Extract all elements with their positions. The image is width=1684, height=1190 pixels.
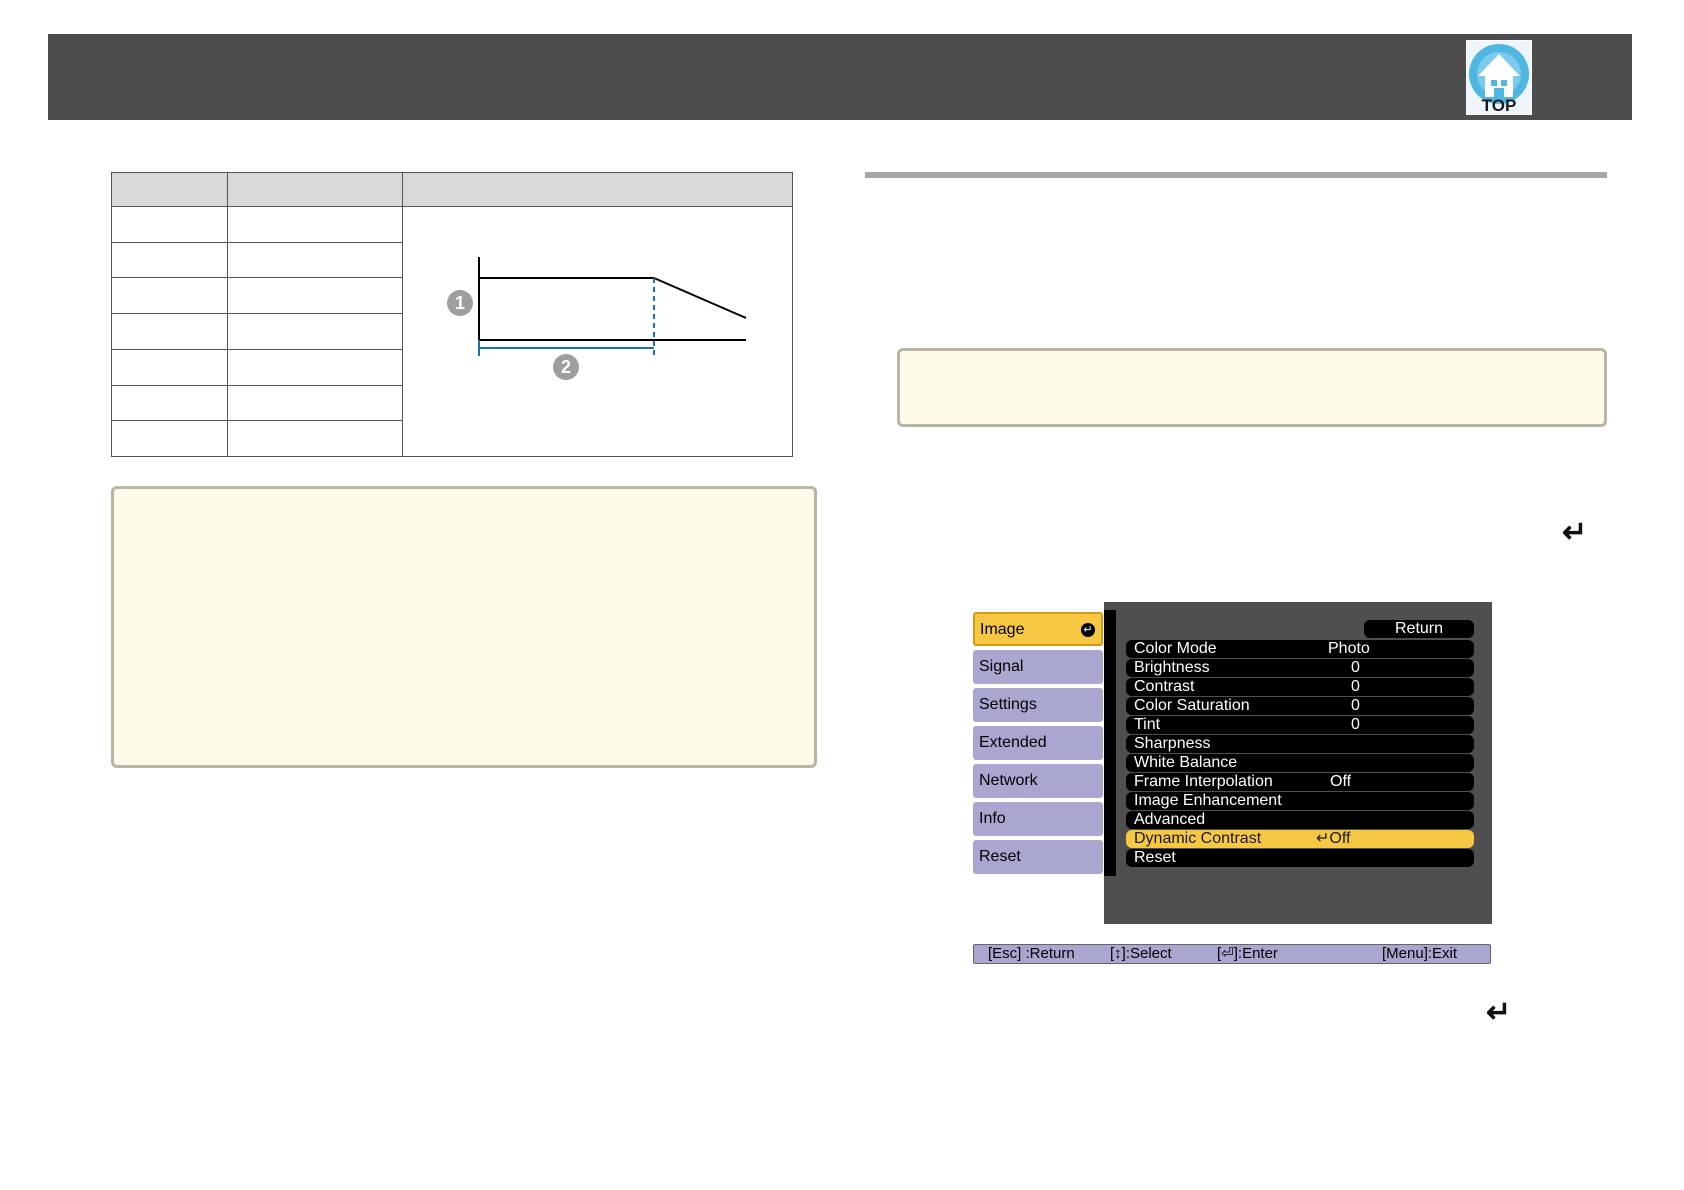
menu-tab-settings[interactable]: Settings [973, 688, 1103, 722]
table-header-cell [227, 172, 403, 207]
menu-item-value: Off [1330, 773, 1352, 790]
menu-item-label: Frame Interpolation [1134, 773, 1273, 790]
help-esc: [Esc] :Return [988, 945, 1075, 962]
graph-cell: 1 2 [402, 206, 793, 457]
menu-item-value: 0 [1351, 716, 1360, 733]
table-header-row [111, 172, 793, 207]
table-cell [227, 313, 403, 350]
menu-item-frame-interpolation[interactable]: Frame Interpolation Off [1126, 773, 1474, 791]
table-cell [111, 313, 228, 350]
menu-item-value: 0 [1351, 659, 1360, 676]
note-box [897, 348, 1607, 427]
section-divider [865, 172, 1607, 178]
menu-item-white-balance[interactable]: White Balance [1126, 754, 1474, 772]
top-button-label: TOP [1481, 96, 1517, 115]
menu-item-label: Brightness [1134, 659, 1210, 676]
menu-tab-strip [1104, 610, 1116, 876]
menu-tab-signal[interactable]: Signal [973, 650, 1103, 684]
table-cell [227, 277, 403, 315]
menu-item-sharpness[interactable]: Sharpness [1126, 735, 1474, 753]
menu-item-value: Off [1329, 830, 1351, 847]
table-cell [111, 420, 228, 457]
menu-item-image-enhancement[interactable]: Image Enhancement [1126, 792, 1474, 810]
menu-tab-label: Reset [979, 848, 1021, 865]
note-box [111, 486, 817, 768]
table-row: 1 2 [111, 206, 793, 457]
table-cell [111, 348, 228, 386]
menu-tab-label: Signal [979, 658, 1024, 675]
menu-item-label: Reset [1134, 849, 1176, 866]
menu-item-label: Advanced [1134, 811, 1206, 828]
table-cell [111, 384, 228, 422]
menu-tab-label: Network [979, 772, 1038, 789]
menu-tab-network[interactable]: Network [973, 764, 1103, 798]
menu-item-advanced[interactable]: Advanced [1126, 811, 1474, 829]
menu-item-brightness[interactable]: Brightness 0 [1126, 659, 1474, 677]
menu-item-label: Sharpness [1134, 735, 1211, 752]
return-button[interactable]: Return [1364, 620, 1474, 638]
help-enter: [⏎]:Enter [1217, 945, 1278, 962]
table-cell [111, 241, 228, 279]
menu-item-label: Contrast [1134, 678, 1195, 695]
menu-item-color-mode[interactable]: Color Mode Photo [1126, 640, 1474, 658]
menu-item-value: Photo [1328, 640, 1370, 657]
table-cell [111, 277, 228, 315]
menu-tab-image[interactable]: Image ↵ [973, 612, 1103, 646]
menu-tab-reset[interactable]: Reset [973, 840, 1103, 874]
menu-item-tint[interactable]: Tint 0 [1126, 716, 1474, 734]
menu-item-label: Tint [1134, 716, 1161, 733]
menu-item-label: Color Mode [1134, 640, 1217, 657]
menu-item-contrast[interactable]: Contrast 0 [1126, 678, 1474, 696]
menu-item-reset[interactable]: Reset [1126, 849, 1474, 867]
menu-tab-label: Extended [979, 734, 1047, 751]
table-cell [111, 206, 228, 243]
enter-icon: ↵ [1081, 623, 1095, 637]
table-header-cell [402, 172, 793, 207]
menu-tab-extended[interactable]: Extended [973, 726, 1103, 760]
marker-1-label: 1 [455, 293, 465, 313]
table-cell [227, 241, 403, 279]
menu-item-label: Color Saturation [1134, 697, 1250, 714]
menu-item-value: 0 [1351, 697, 1360, 714]
menu-item-label: Dynamic Contrast [1134, 830, 1262, 847]
menu-item-dynamic-contrast[interactable]: Dynamic Contrast ↵Off [1126, 830, 1474, 848]
table-header-cell [111, 172, 228, 207]
menu-tab-label: Info [979, 810, 1006, 827]
spec-table: 1 2 [111, 172, 793, 457]
menu-item-color-saturation[interactable]: Color Saturation 0 [1126, 697, 1474, 715]
top-button[interactable]: TOP [1466, 40, 1532, 115]
help-select: [↕]:Select [1110, 945, 1172, 962]
menu-item-value-wrap: ↵Off [1316, 830, 1350, 848]
menu-help-bar: [Esc] :Return [↕]:Select [⏎]:Enter [Menu… [973, 944, 1491, 964]
enter-icon: ↵ [1316, 830, 1330, 847]
header-bar [48, 34, 1632, 120]
help-exit: [Menu]:Exit [1382, 945, 1458, 962]
graph-slope-line [653, 277, 747, 319]
menu-item-label: Image Enhancement [1134, 792, 1282, 809]
contrast-curve-graph: 1 2 [447, 257, 747, 380]
menu-item-value: 0 [1351, 678, 1360, 695]
table-cell [227, 384, 403, 422]
table-cell [227, 348, 403, 386]
marker-2-label: 2 [561, 357, 571, 377]
menu-item-label: White Balance [1134, 754, 1238, 771]
enter-arrow-icon: ↵ [1486, 996, 1512, 1029]
table-cell [227, 420, 403, 457]
table-cell [227, 206, 403, 243]
menu-tab-info[interactable]: Info [973, 802, 1103, 836]
enter-arrow-icon: ↵ [1562, 516, 1588, 549]
menu-tab-label: Image [980, 621, 1025, 638]
menu-tab-label: Settings [979, 696, 1037, 713]
